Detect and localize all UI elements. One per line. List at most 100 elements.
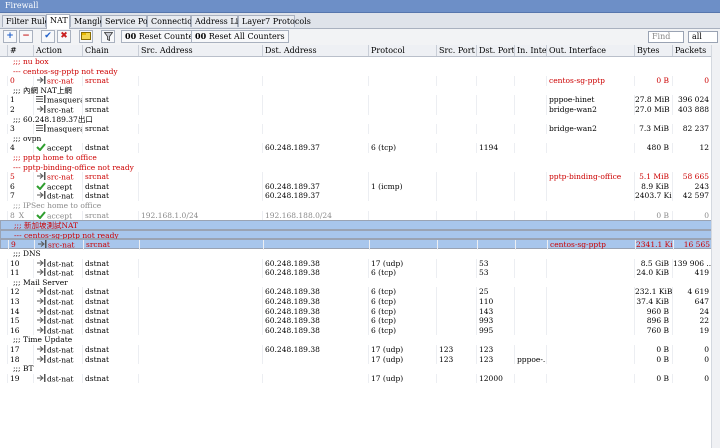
rule-sport: 123	[436, 345, 476, 355]
table-row[interactable]: 1 masquera...srcnat pppoe-hinet27.8 MiB396…	[0, 95, 720, 105]
table-row[interactable]: 18dst-natdstnat17 (udp)123123pppoe-...0 …	[0, 354, 720, 365]
table-row[interactable]: 3 masquera...srcnat bridge-wan27.3 MiB82 2…	[0, 124, 720, 134]
rule-chain: srcnat	[82, 105, 138, 115]
masquerade-icon	[36, 95, 46, 105]
rule-action: dst-nat	[33, 306, 82, 317]
rule-dst	[262, 172, 368, 182]
comment-button[interactable]	[79, 30, 93, 43]
column-header-packets[interactable]: Packets	[672, 45, 712, 56]
comment-row[interactable]: ;;; nu box	[0, 57, 720, 67]
rule-dport: 143	[476, 306, 514, 317]
column-header-protocol[interactable]: Protocol	[368, 45, 436, 56]
tab-address-lists[interactable]: Address Lists	[191, 15, 250, 27]
rule-dst	[262, 95, 368, 105]
rule-proto: 6 (tcp)	[368, 325, 436, 336]
table-row[interactable]: 17 dst-nat dstnat 60.248.189.38 17 (udp) 123 1…	[0, 345, 720, 355]
tab-layer7-protocols[interactable]: Layer7 Protocols	[238, 15, 311, 27]
table-row[interactable]: 16 dst-nat dstnat 60.248.189.38 6 (tcp) 995 76…	[0, 325, 720, 336]
comment-row[interactable]: --- centos-sg-pptp not ready	[0, 67, 720, 77]
column-header-bytes[interactable]: Bytes	[634, 45, 672, 56]
add-button[interactable]: +	[3, 30, 17, 43]
rule-proto: 6 (tcp)	[368, 306, 436, 317]
rule-dport: 995	[476, 325, 514, 336]
rule-action: dst-nat	[33, 316, 82, 326]
table-row[interactable]: 14 dst-nat dstnat 60.248.189.38 6 (tcp) 143 96…	[0, 306, 720, 317]
rule-sport	[436, 124, 476, 134]
column-header-action[interactable]: Action	[33, 45, 82, 56]
column-header-src-address[interactable]: Src. Address	[138, 45, 262, 56]
comment-row[interactable]: --- centos-sg-pptp not ready	[0, 229, 720, 240]
rule-action: dst-nat	[33, 258, 82, 269]
tab-filter-rules[interactable]: Filter Rules	[2, 15, 54, 27]
window-titlebar[interactable]: Firewall	[0, 0, 720, 13]
comment-row[interactable]: --- pptp-binding-office not ready	[0, 163, 720, 173]
rule-number: 4	[7, 143, 33, 153]
table-row[interactable]: 0 src-nat srcnat centos-sg-pptp 0 B0	[0, 76, 720, 86]
column-header-src-port[interactable]: Src. Port	[436, 45, 476, 56]
rule-out	[546, 191, 634, 201]
column-header-[interactable]: #	[7, 45, 33, 56]
rule-packets: 22	[672, 316, 712, 326]
comment-row[interactable]: ;;; IPSec home to office	[0, 201, 720, 211]
table-row[interactable]: 11 dst-nat dstnat 60.248.189.38 6 (tcp) 53 24.…	[0, 268, 720, 278]
comment-row[interactable]: ;;; 新加坡測試NAT	[0, 220, 720, 230]
table-row[interactable]: 6 accept dstnat 60.248.189.37 1 (icmp) 8.9 Ki…	[0, 181, 720, 192]
tab-connections[interactable]: Connections	[147, 15, 201, 27]
column-header-dst-address[interactable]: Dst. Address	[262, 45, 368, 56]
column-header-in-inte[interactable]: In. Inte...	[514, 45, 546, 56]
comment-row[interactable]: ;;; DNS	[0, 249, 720, 259]
table-row[interactable]: 7 dst-nat dstnat 60.248.189.37 2403.7 KiB42 …	[0, 191, 720, 201]
table-row[interactable]: 19 dst-nat dstnat 17 (udp) 12000 0 B0	[0, 373, 720, 384]
rule-sport	[436, 76, 476, 86]
rule-number-text: 17	[10, 345, 20, 354]
remove-button[interactable]: −	[19, 30, 33, 43]
table-row[interactable]: 8 Xaccept srcnat 192.168.1.0/24 192.168.188.…	[0, 210, 720, 221]
rule-out	[546, 297, 634, 307]
rule-src	[138, 297, 262, 307]
comment-row[interactable]: ;;; Mail Server	[0, 278, 720, 288]
comment-row[interactable]: ;;; pptp home to office	[0, 153, 720, 163]
comment-row[interactable]: ;;; Time Update	[0, 335, 720, 345]
rule-chain: dstnat	[82, 354, 138, 365]
table-row[interactable]: 13 dst-nat dstnat 60.248.189.38 6 (tcp) 110 37…	[0, 297, 720, 307]
comment-row[interactable]: ;;; ovpn	[0, 134, 720, 144]
rule-dst	[262, 354, 368, 365]
comment-row[interactable]: ;;; 內網 NAT上網	[0, 86, 720, 96]
rule-packets: 0	[672, 345, 712, 355]
filter-select[interactable]: all	[688, 31, 718, 43]
vertical-scrollbar[interactable]	[711, 45, 720, 448]
table-row[interactable]: 4 accept dstnat 60.248.189.37 6 (tcp) 1194 480…	[0, 143, 720, 153]
tab-bar: Filter Rules NAT Mangle Service Ports Connec…	[0, 13, 720, 29]
rule-dst: 60.248.189.37	[262, 143, 368, 153]
rule-chain: srcnat	[82, 124, 138, 134]
comment-row[interactable]: ;;; 60.248.189.37出口	[0, 115, 720, 125]
column-header-out-interface[interactable]: Out. Interface	[546, 45, 634, 56]
rule-out	[546, 268, 634, 278]
column-header-chain[interactable]: Chain	[82, 45, 138, 56]
rule-proto: 17 (udp)	[368, 258, 436, 269]
rule-proto: 6 (tcp)	[368, 297, 436, 307]
comment-row[interactable]: ;;; BT	[0, 364, 720, 374]
rule-number-text: 7	[10, 191, 15, 201]
enable-button[interactable]: ✔	[41, 30, 55, 43]
filter-button[interactable]	[101, 30, 115, 43]
disable-button[interactable]: ✖	[57, 30, 71, 43]
rule-dst	[262, 76, 368, 86]
table-row[interactable]: 10 dst-nat dstnat 60.248.189.38 17 (udp) 53 8.…	[0, 258, 720, 269]
table-row[interactable]: 5 src-nat srcnat pptp-binding-office 5.1 MiB…	[0, 172, 720, 182]
rule-src	[138, 105, 262, 115]
rule-sport	[436, 95, 476, 105]
rule-proto: 6 (tcp)	[368, 316, 436, 326]
find-input[interactable]: Find	[648, 31, 684, 43]
table-row[interactable]: 2 src-nat srcnat bridge-wan2 27.0 MiB 403 888	[0, 105, 720, 115]
table-row[interactable]: 9src-natsrcnatcentos-sg-pptp2341.1 KiB16…	[0, 239, 720, 250]
rule-dport	[476, 124, 514, 134]
tab-mangle[interactable]: Mangle	[70, 15, 105, 27]
table-row[interactable]: 15 dst-nat dstnat 60.248.189.38 6 (tcp) 993 89…	[0, 316, 720, 326]
column-header-dst-port[interactable]: Dst. Port	[476, 45, 514, 56]
tab-service-ports[interactable]: Service Ports	[101, 15, 159, 27]
table-row[interactable]: 12 dst-nat dstnat 60.248.189.38 6 (tcp) 25 232…	[0, 287, 720, 297]
reset-all-counters-button[interactable]: 00 Reset All Counters	[191, 30, 289, 43]
tab-nat[interactable]: NAT	[46, 14, 70, 29]
rule-comment: ;;; ovpn	[13, 133, 42, 143]
